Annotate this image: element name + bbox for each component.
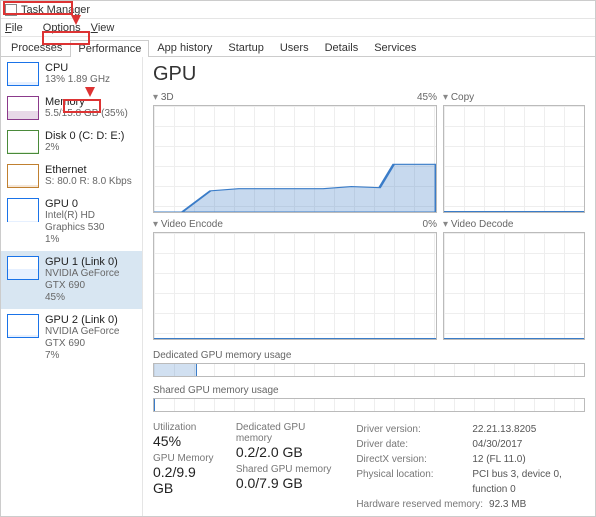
sidebar-item-label: GPU 0 <box>45 198 136 210</box>
chart-video-decode: Video Decode <box>443 219 585 340</box>
stat-key: Physical location: <box>356 467 466 497</box>
chart-3d: 3D 45% <box>153 92 437 213</box>
annotation-arrow-icon <box>71 15 81 25</box>
sidebar-item-label: Memory <box>45 96 128 108</box>
dedicated-mem-label: Dedicated GPU memory usage <box>153 350 585 361</box>
sidebar-item-sub: NVIDIA GeForce GTX 690 45% <box>45 268 136 304</box>
stat-val: PCI bus 3, device 0, function 0 <box>472 467 585 497</box>
gpu-thumb-icon <box>7 198 39 222</box>
dedicated-mem-strip <box>153 363 585 377</box>
stat-val: 92.3 MB <box>489 497 526 512</box>
stat-col-3: Driver version: 22.21.13.8205 Driver date… <box>356 422 585 512</box>
stat-value: 0.2/2.0 GB <box>236 444 334 460</box>
sidebar-item-label: CPU <box>45 62 110 74</box>
gpu-thumb-icon <box>7 314 39 338</box>
tab-app-history[interactable]: App history <box>149 39 220 56</box>
sidebar: CPU 13% 1.89 GHz Memory 5.5/15.8 GB (35%… <box>1 57 143 516</box>
sidebar-item-sub: NVIDIA GeForce GTX 690 7% <box>45 326 136 362</box>
chart-area-video-decode <box>443 232 585 340</box>
chart-row-bottom: Video Encode 0% Video Decode <box>153 219 585 340</box>
sidebar-item-gpu0[interactable]: GPU 0 Intel(R) HD Graphics 530 1% <box>1 193 142 251</box>
stat-val: 04/30/2017 <box>472 437 522 452</box>
ethernet-thumb-icon <box>7 164 39 188</box>
sidebar-item-label: Disk 0 (C: D: E:) <box>45 130 124 142</box>
stat-col-2: Dedicated GPU memory 0.2/2.0 GB Shared G… <box>236 422 334 512</box>
menubar: File Options View <box>1 19 595 37</box>
menu-view[interactable]: View <box>91 22 115 34</box>
content-area: CPU 13% 1.89 GHz Memory 5.5/15.8 GB (35%… <box>1 57 595 516</box>
stat-key: Driver version: <box>356 422 466 437</box>
sidebar-item-sub: Intel(R) HD Graphics 530 1% <box>45 210 136 246</box>
titlebar: Task Manager <box>1 1 595 19</box>
sidebar-item-sub: 2% <box>45 142 124 154</box>
stat-val: 12 (FL 11.0) <box>472 452 525 467</box>
stat-key: Driver date: <box>356 437 466 452</box>
chart-value: 45% <box>417 92 437 103</box>
chart-area-copy <box>443 105 585 213</box>
sidebar-item-gpu2[interactable]: GPU 2 (Link 0) NVIDIA GeForce GTX 690 7% <box>1 309 142 367</box>
stat-key: DirectX version: <box>356 452 466 467</box>
sidebar-item-disk[interactable]: Disk 0 (C: D: E:) 2% <box>1 125 142 159</box>
app-icon <box>5 4 17 16</box>
tab-processes[interactable]: Processes <box>3 39 70 56</box>
annotation-arrow-icon <box>85 87 95 97</box>
chart-video-encode: Video Encode 0% <box>153 219 437 340</box>
stat-label: GPU Memory <box>153 453 214 464</box>
stats-panel: Utilization 45% GPU Memory 0.2/9.9 GB De… <box>153 422 585 512</box>
chart-label[interactable]: Video Encode <box>153 219 223 230</box>
chart-label[interactable]: 3D <box>153 92 174 103</box>
sidebar-item-gpu1[interactable]: GPU 1 (Link 0) NVIDIA GeForce GTX 690 45… <box>1 251 142 309</box>
shared-mem-label: Shared GPU memory usage <box>153 385 585 396</box>
shared-mem-strip <box>153 398 585 412</box>
tab-users[interactable]: Users <box>272 39 317 56</box>
tab-details[interactable]: Details <box>317 39 367 56</box>
stat-key: Hardware reserved memory: <box>356 497 483 512</box>
stat-label: Shared GPU memory <box>236 464 334 475</box>
sidebar-item-sub: 5.5/15.8 GB (35%) <box>45 108 128 120</box>
stat-value: 0.0/7.9 GB <box>236 475 334 491</box>
stat-value: 45% <box>153 433 214 449</box>
chart-area-3d <box>153 105 437 213</box>
main-panel: GPU 3D 45% Copy <box>143 57 595 516</box>
gpu-thumb-icon <box>7 256 39 280</box>
sidebar-item-label: GPU 2 (Link 0) <box>45 314 136 326</box>
sidebar-item-ethernet[interactable]: Ethernet S: 80.0 R: 8.0 Kbps <box>1 159 142 193</box>
chart-row-top: 3D 45% Copy <box>153 92 585 213</box>
sidebar-item-memory[interactable]: Memory 5.5/15.8 GB (35%) <box>1 91 142 125</box>
tab-strip: Processes Performance App history Startu… <box>1 37 595 57</box>
stat-col-1: Utilization 45% GPU Memory 0.2/9.9 GB <box>153 422 214 512</box>
stat-label: Utilization <box>153 422 214 433</box>
chart-label[interactable]: Copy <box>443 92 474 103</box>
memory-thumb-icon <box>7 96 39 120</box>
disk-thumb-icon <box>7 130 39 154</box>
page-title: GPU <box>153 63 585 86</box>
menu-file[interactable]: File <box>5 22 33 34</box>
sidebar-item-sub: S: 80.0 R: 8.0 Kbps <box>45 176 132 188</box>
chart-copy: Copy <box>443 92 585 213</box>
stat-value: 0.2/9.9 GB <box>153 464 214 496</box>
chart-value: 0% <box>423 219 437 230</box>
sidebar-item-label: GPU 1 (Link 0) <box>45 256 136 268</box>
stat-label: Dedicated GPU memory <box>236 422 334 444</box>
tab-services[interactable]: Services <box>366 39 424 56</box>
sidebar-item-cpu[interactable]: CPU 13% 1.89 GHz <box>1 57 142 91</box>
sidebar-item-sub: 13% 1.89 GHz <box>45 74 110 86</box>
sidebar-item-label: Ethernet <box>45 164 132 176</box>
stat-val: 22.21.13.8205 <box>472 422 536 437</box>
window-title: Task Manager <box>21 4 90 16</box>
chart-label[interactable]: Video Decode <box>443 219 513 230</box>
tab-performance[interactable]: Performance <box>70 40 149 57</box>
tab-startup[interactable]: Startup <box>220 39 271 56</box>
cpu-thumb-icon <box>7 62 39 86</box>
chart-area-video-encode <box>153 232 437 340</box>
